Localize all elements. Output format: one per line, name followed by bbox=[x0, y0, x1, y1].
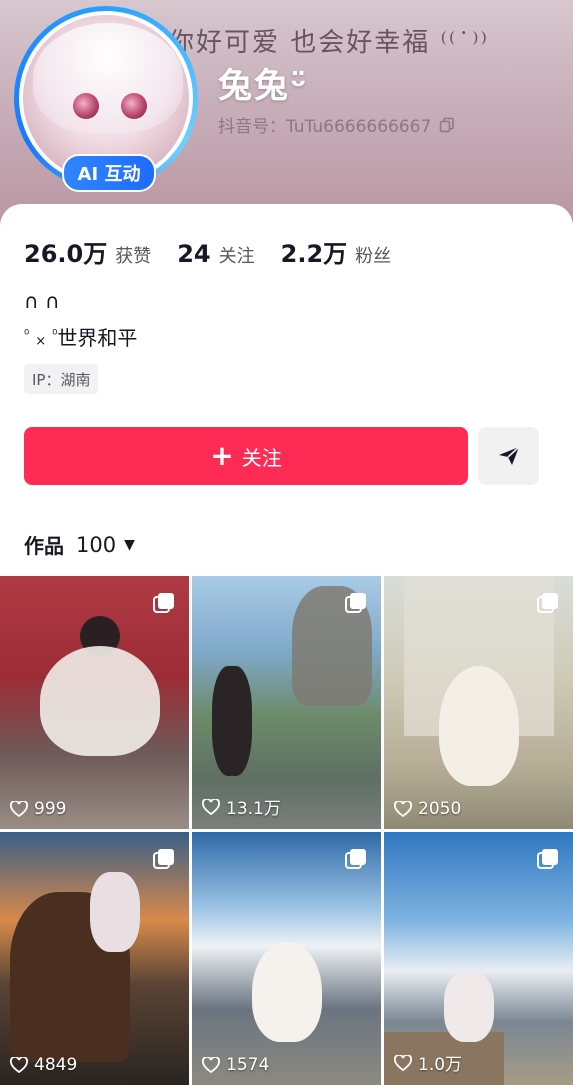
video-likes: 2050 bbox=[394, 799, 461, 819]
video-likes-count: 1574 bbox=[226, 1055, 270, 1075]
video-tile[interactable]: 1.0万 bbox=[384, 832, 573, 1085]
stat-following-value: 24 bbox=[177, 240, 211, 268]
multi-image-icon bbox=[345, 849, 366, 869]
video-likes-count: 13.1万 bbox=[226, 799, 281, 819]
avatar-eye-left bbox=[73, 93, 99, 119]
stat-following-label: 关注 bbox=[218, 246, 255, 267]
ip-location-tag: IP：湖南 bbox=[24, 364, 99, 394]
stat-likes-label: 获赞 bbox=[115, 246, 152, 267]
copy-icon[interactable] bbox=[439, 117, 455, 133]
video-likes-count: 4849 bbox=[34, 1055, 78, 1075]
share-button[interactable] bbox=[478, 427, 539, 485]
video-likes: 1574 bbox=[202, 1055, 269, 1075]
video-likes-count: 2050 bbox=[418, 799, 462, 819]
douyin-id[interactable]: 抖音号：TuTu6666666667 bbox=[218, 112, 455, 137]
bio-text: 世界和平 bbox=[57, 326, 138, 350]
figure-dress bbox=[90, 872, 140, 952]
works-count: 100 bbox=[76, 532, 117, 557]
stat-followers[interactable]: 2.2万 粉丝 bbox=[281, 234, 392, 269]
video-tile[interactable]: 999 bbox=[0, 576, 189, 829]
bio-sup-1: ⁰ bbox=[24, 328, 30, 343]
ai-interaction-badge[interactable]: AI 互动 bbox=[62, 154, 156, 192]
works-label: 作品 bbox=[24, 534, 64, 558]
stat-likes-value: 26.0万 bbox=[24, 240, 108, 268]
video-tile[interactable]: 2050 bbox=[384, 576, 573, 829]
multi-image-icon bbox=[153, 593, 174, 613]
profile-card: 26.0万 获赞 24 关注 2.2万 粉丝 ∩ ∩ ⁰ × ⁰世界和平 IP：湖南… bbox=[0, 204, 573, 1085]
follow-label: 关注 bbox=[241, 445, 282, 470]
video-tile[interactable]: 13.1万 bbox=[192, 576, 381, 829]
share-arrow-icon bbox=[498, 446, 520, 465]
stat-likes[interactable]: 26.0万 获赞 bbox=[24, 234, 151, 269]
figure-dress bbox=[444, 972, 494, 1042]
video-likes-count: 1.0万 bbox=[418, 1055, 463, 1075]
bio-line-2: ⁰ × ⁰世界和平 bbox=[24, 322, 137, 351]
multi-image-icon bbox=[153, 849, 174, 869]
video-likes: 4849 bbox=[10, 1055, 77, 1075]
caret-down-icon: ▼ bbox=[124, 536, 135, 553]
video-grid: 999 13.1万 2050 4849 1574 1.0万 bbox=[0, 576, 573, 1085]
heart-icon bbox=[10, 801, 28, 817]
video-likes: 13.1万 bbox=[202, 794, 281, 819]
avatar-eye-right bbox=[121, 93, 147, 119]
video-tile[interactable]: 4849 bbox=[0, 832, 189, 1085]
multi-image-icon bbox=[537, 593, 558, 613]
video-tile[interactable]: 1574 bbox=[192, 832, 381, 1085]
multi-image-icon bbox=[345, 593, 366, 613]
bio-line-1: ∩ ∩ bbox=[24, 289, 60, 313]
video-likes: 999 bbox=[10, 799, 66, 819]
multi-image-icon bbox=[537, 849, 558, 869]
bio-x: × bbox=[35, 334, 47, 349]
plus-icon: + bbox=[210, 439, 234, 472]
figure-dress bbox=[439, 666, 519, 786]
stat-following[interactable]: 24 关注 bbox=[177, 240, 254, 268]
heart-icon bbox=[202, 798, 220, 815]
stats-row: 26.0万 获赞 24 关注 2.2万 粉丝 bbox=[24, 234, 417, 269]
video-likes: 1.0万 bbox=[394, 1050, 462, 1075]
nickname: 兔兔ᵕ̈ bbox=[218, 66, 309, 106]
works-tab[interactable]: 作品 100 ▼ bbox=[24, 530, 135, 559]
figure-dress bbox=[40, 646, 160, 756]
video-likes-count: 999 bbox=[34, 799, 67, 819]
stat-followers-label: 粉丝 bbox=[355, 246, 392, 267]
follow-button[interactable]: + 关注 bbox=[24, 427, 468, 485]
heart-icon bbox=[10, 1057, 28, 1073]
avatar-hair-shape bbox=[33, 23, 183, 133]
heart-icon bbox=[202, 1057, 220, 1073]
stat-followers-value: 2.2万 bbox=[280, 240, 348, 268]
banner-text: 你好可爱 也会好幸福 ⁽⁽˙⁾⁾ bbox=[168, 28, 490, 58]
figure-dress bbox=[252, 942, 322, 1042]
douyin-id-text: 抖音号：TuTu6666666667 bbox=[218, 117, 432, 137]
heart-icon bbox=[394, 801, 412, 817]
heart-icon bbox=[394, 1054, 412, 1071]
figure-dress bbox=[212, 666, 252, 776]
